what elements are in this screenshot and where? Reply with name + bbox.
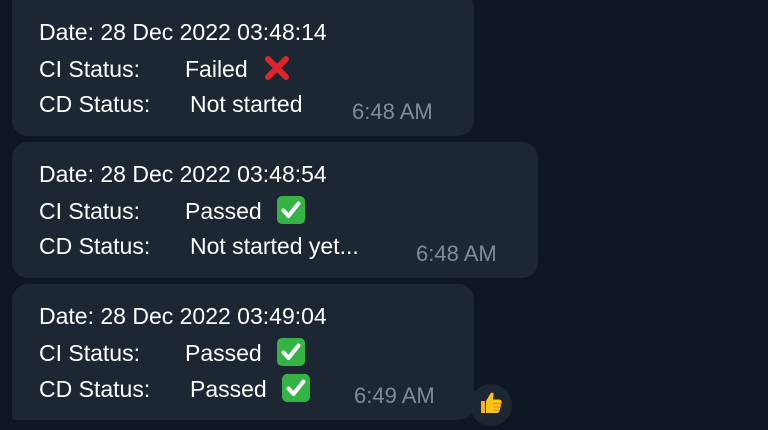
message-bubble[interactable]: Date: 28 Dec 2022 03:48:14 CI Status: Fai… <box>12 0 474 136</box>
cross-mark-icon <box>262 53 292 83</box>
message-bubble[interactable]: Date: 28 Dec 2022 03:48:54 CI Status: Pas… <box>12 142 538 278</box>
cd-status-label: CD Status: <box>39 91 151 117</box>
cd-status-row: CD Status: Not started yet... <box>39 231 359 261</box>
message-timestamp: 6:49 AM <box>354 383 435 408</box>
ci-status-label: CI Status: <box>39 198 140 224</box>
ci-status-label: CI Status: <box>39 340 140 366</box>
message-date: Date: 28 Dec 2022 03:48:14 <box>39 19 327 45</box>
check-mark-icon <box>281 373 311 403</box>
cd-status-row: CD Status: Not started <box>39 89 303 119</box>
ci-status-value: Passed <box>185 198 262 224</box>
message-timestamp: 6:48 AM <box>416 241 497 266</box>
cd-status-row: CD Status: Passed <box>39 373 311 404</box>
ci-status-value: Failed <box>185 56 248 82</box>
message-timestamp: 6:48 AM <box>352 99 433 124</box>
cd-status-value: Not started <box>190 91 303 117</box>
thumbs-up-icon <box>478 390 504 421</box>
cd-status-value: Passed <box>190 376 267 402</box>
check-mark-icon <box>276 195 306 225</box>
message-date: Date: 28 Dec 2022 03:48:54 <box>39 161 327 187</box>
message-bubble[interactable]: Date: 28 Dec 2022 03:49:04 CI Status: Pas… <box>12 284 474 420</box>
cd-status-label: CD Status: <box>39 376 151 402</box>
cd-status-value: Not started yet... <box>190 233 359 259</box>
ci-status-row: CI Status: Passed <box>39 337 306 368</box>
cd-status-label: CD Status: <box>39 233 151 259</box>
ci-status-row: CI Status: Passed <box>39 195 306 226</box>
check-mark-icon <box>276 337 306 367</box>
ci-status-label: CI Status: <box>39 56 140 82</box>
message-date: Date: 28 Dec 2022 03:49:04 <box>39 303 327 329</box>
reaction-button[interactable] <box>470 384 512 426</box>
ci-status-row: CI Status: Failed <box>39 53 292 84</box>
ci-status-value: Passed <box>185 340 262 366</box>
